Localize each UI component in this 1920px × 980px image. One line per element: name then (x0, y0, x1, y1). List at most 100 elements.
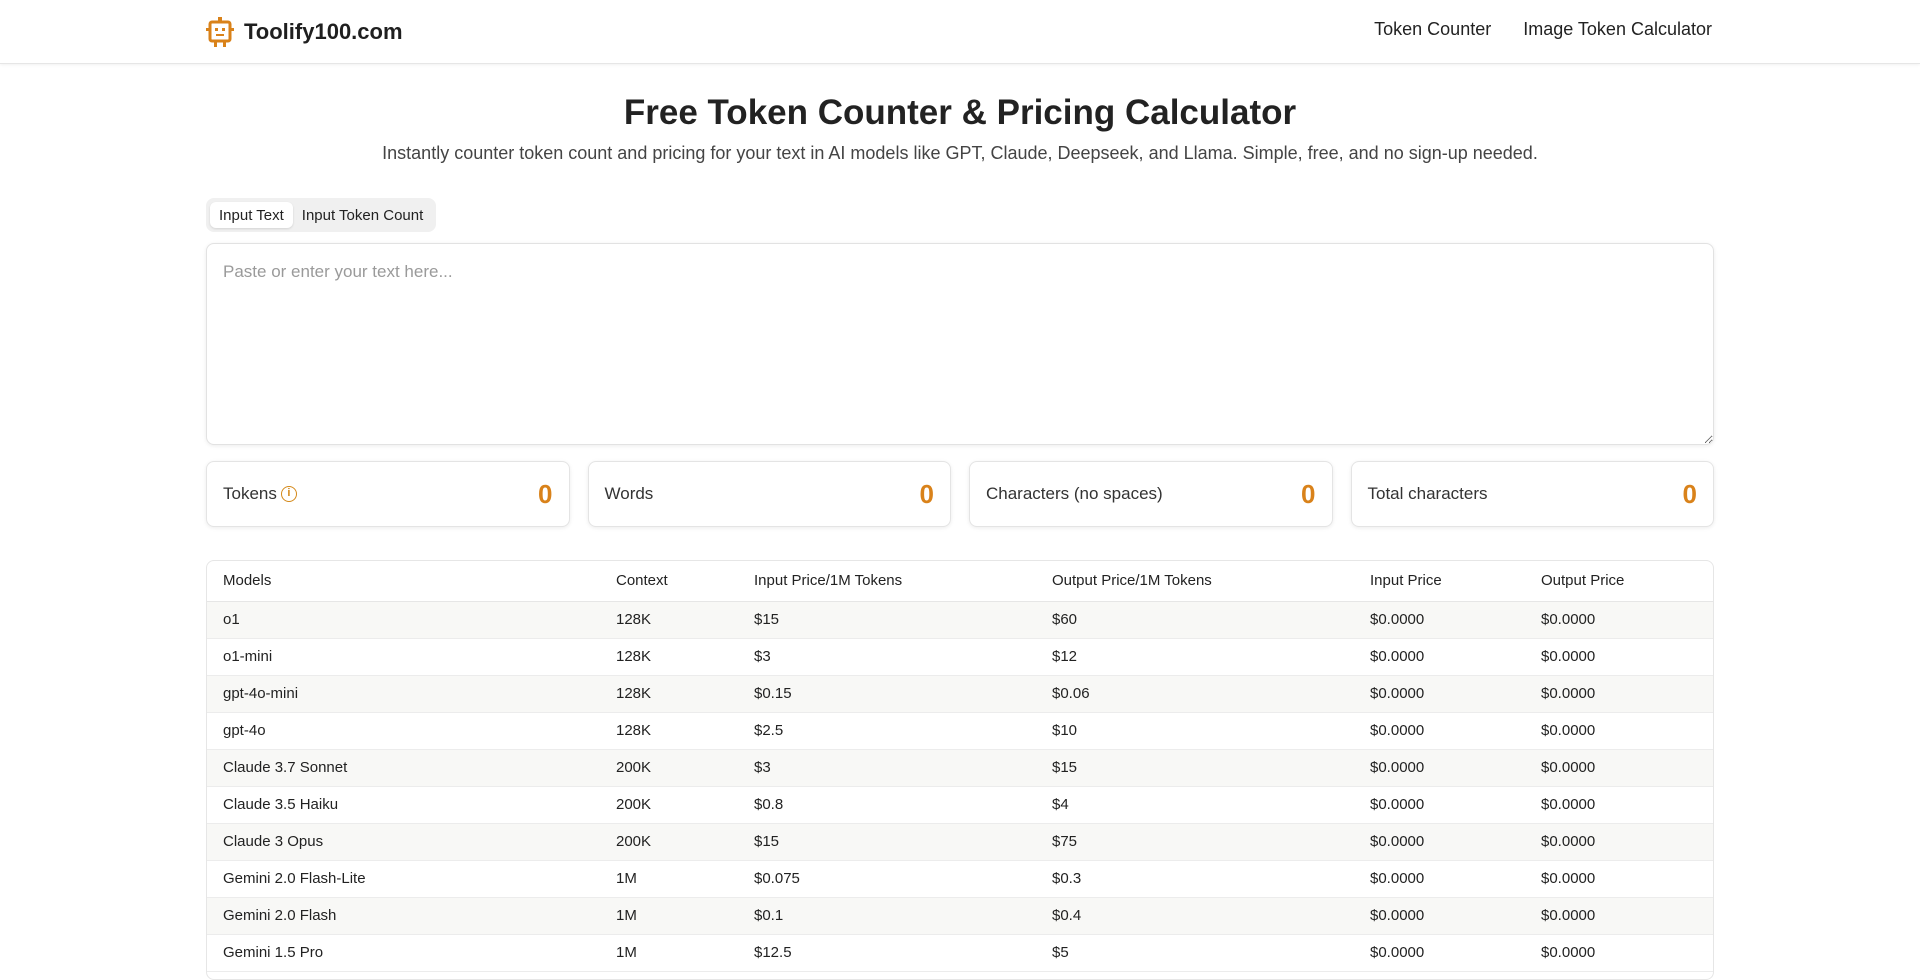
stat-label-characters-no-spaces: Characters (no spaces) (986, 484, 1163, 503)
stat-value-total-characters: 0 (1682, 478, 1697, 509)
cell-model: Gemini 1.5 Pro (207, 934, 600, 972)
cell-context: 128K (600, 601, 738, 639)
cell-input-price: $0.0000 (1354, 786, 1525, 824)
cell-input-price: $0.0000 (1354, 675, 1525, 713)
cell-context: 1M (600, 934, 738, 972)
col-output-price-per-1m: Output Price/1M Tokens (1036, 561, 1354, 602)
cell-context: 128K (600, 712, 738, 750)
page-subtitle: Instantly counter token count and pricin… (382, 143, 1538, 163)
cell-input-price-per-1m: $0.8 (738, 786, 1036, 824)
cell-output-price-per-1m: $15 (1036, 749, 1354, 787)
cell-model: o1-mini (207, 638, 600, 676)
col-input-price: Input Price (1354, 561, 1525, 602)
table-row: gpt-4o-mini 128K $0.15 $0.06 $0.0000 $0.… (207, 675, 1713, 713)
cell-model: gpt-4o-mini (207, 675, 600, 713)
stat-label-words: Words (604, 484, 654, 503)
text-input-container (206, 243, 1714, 445)
table-row: Gemini 2.0 Flash-Lite 1M $0.075 $0.3 $0.… (207, 860, 1713, 898)
cell-input-price-per-1m: $0.15 (738, 675, 1036, 713)
main-nav: Token Counter Image Token Calculator (1374, 19, 1712, 40)
stat-card-characters-no-spaces: Characters (no spaces) 0 (969, 461, 1333, 527)
cell-output-price-per-1m: $4 (1036, 786, 1354, 824)
stat-value-tokens: 0 (538, 478, 553, 509)
cell-context: 1M (600, 860, 738, 898)
cell-model: o1 (207, 601, 600, 639)
col-models: Models (207, 561, 600, 602)
cell-input-price-per-1m: $3 (738, 749, 1036, 787)
cell-output-price-per-1m: $0.06 (1036, 675, 1354, 713)
col-output-price: Output Price (1525, 561, 1713, 602)
table-row: Gemini 1.5 Pro 1M $12.5 $5 $0.0000 $0.00… (207, 934, 1713, 972)
table-row: Claude 3 Opus 200K $15 $75 $0.0000 $0.00… (207, 823, 1713, 861)
cell-output-price: $0.0000 (1525, 675, 1713, 713)
cell-model: gpt-4o (207, 712, 600, 750)
cell-output-price-per-1m: $0.4 (1036, 897, 1354, 935)
cell-output-price: $0.0000 (1525, 860, 1713, 898)
stats-row: Tokens i 0 Words 0 Characters (no spaces… (206, 461, 1714, 527)
cell-output-price-per-1m: $10 (1036, 712, 1354, 750)
cell-input-price-per-1m: $3 (738, 638, 1036, 676)
stat-value-characters-no-spaces: 0 (1301, 478, 1316, 509)
input-mode-tabs: Input Text Input Token Count (206, 198, 437, 232)
tab-input-token-count[interactable]: Input Token Count (293, 202, 432, 228)
cell-input-price: $0.0000 (1354, 860, 1525, 898)
cell-output-price: $0.0000 (1525, 897, 1713, 935)
cell-output-price-per-1m: $0.3 (1036, 860, 1354, 898)
robot-icon (206, 17, 234, 47)
stat-label-text: Tokens (223, 484, 277, 503)
cell-input-price-per-1m: $0.075 (738, 860, 1036, 898)
stat-label-tokens: Tokens i (223, 484, 297, 504)
stat-card-tokens: Tokens i 0 (206, 461, 570, 527)
cell-context: 128K (600, 638, 738, 676)
top-navbar: Toolify100.com Token Counter Image Token… (0, 0, 1920, 64)
cell-input-price: $0.0000 (1354, 897, 1525, 935)
table-row: Gemini 2.0 Flash 1M $0.1 $0.4 $0.0000 $0… (207, 897, 1713, 935)
cell-input-price: $0.0000 (1354, 749, 1525, 787)
logo-text: Toolify100.com (244, 19, 403, 44)
cell-output-price: $0.0000 (1525, 712, 1713, 750)
col-context: Context (600, 561, 738, 602)
cell-input-price-per-1m: $12.5 (738, 934, 1036, 972)
pricing-table-container: Models Context Input Price/1M Tokens Out… (206, 560, 1714, 980)
stat-value-words: 0 (919, 478, 934, 509)
cell-input-price: $0.0000 (1354, 823, 1525, 861)
table-row: Claude 3.5 Haiku 200K $0.8 $4 $0.0000 $0… (207, 786, 1713, 824)
cell-context: 128K (600, 675, 738, 713)
cell-input-price-per-1m: $15 (738, 601, 1036, 639)
cell-model: Claude 3 Opus (207, 823, 600, 861)
tab-input-text[interactable]: Input Text (210, 202, 293, 228)
cell-input-price: $0.0000 (1354, 712, 1525, 750)
stat-card-total-characters: Total characters 0 (1350, 461, 1714, 527)
table-header-row: Models Context Input Price/1M Tokens Out… (207, 561, 1713, 602)
cell-input-price-per-1m: $2.5 (738, 712, 1036, 750)
cell-output-price: $0.0000 (1525, 786, 1713, 824)
site-logo[interactable]: Toolify100.com (206, 16, 403, 48)
page-title: Free Token Counter & Pricing Calculator (623, 93, 1297, 132)
cell-context: 200K (600, 786, 738, 824)
table-body: o1 128K $15 $60 $0.0000 $0.0000 o1-mini … (207, 601, 1713, 972)
info-icon[interactable]: i (280, 486, 297, 502)
cell-context: 1M (600, 897, 738, 935)
table-row: o1-mini 128K $3 $12 $0.0000 $0.0000 (207, 638, 1713, 676)
stat-card-words: Words 0 (587, 461, 951, 527)
cell-output-price: $0.0000 (1525, 934, 1713, 972)
cell-model: Gemini 2.0 Flash-Lite (207, 860, 600, 898)
cell-output-price-per-1m: $60 (1036, 601, 1354, 639)
nav-token-counter[interactable]: Token Counter (1374, 19, 1491, 40)
cell-input-price-per-1m: $0.1 (738, 897, 1036, 935)
cell-output-price: $0.0000 (1525, 601, 1713, 639)
col-input-price-per-1m: Input Price/1M Tokens (738, 561, 1036, 602)
cell-model: Claude 3.7 Sonnet (207, 749, 600, 787)
cell-input-price: $0.0000 (1354, 601, 1525, 639)
text-input[interactable] (207, 244, 1713, 444)
nav-image-token-calculator[interactable]: Image Token Calculator (1523, 19, 1712, 40)
cell-output-price: $0.0000 (1525, 749, 1713, 787)
cell-context: 200K (600, 749, 738, 787)
cell-output-price-per-1m: $75 (1036, 823, 1354, 861)
cell-model: Claude 3.5 Haiku (207, 786, 600, 824)
cell-output-price: $0.0000 (1525, 638, 1713, 676)
cell-model: Gemini 2.0 Flash (207, 897, 600, 935)
cell-input-price-per-1m: $15 (738, 823, 1036, 861)
cell-context: 200K (600, 823, 738, 861)
cell-input-price: $0.0000 (1354, 934, 1525, 972)
